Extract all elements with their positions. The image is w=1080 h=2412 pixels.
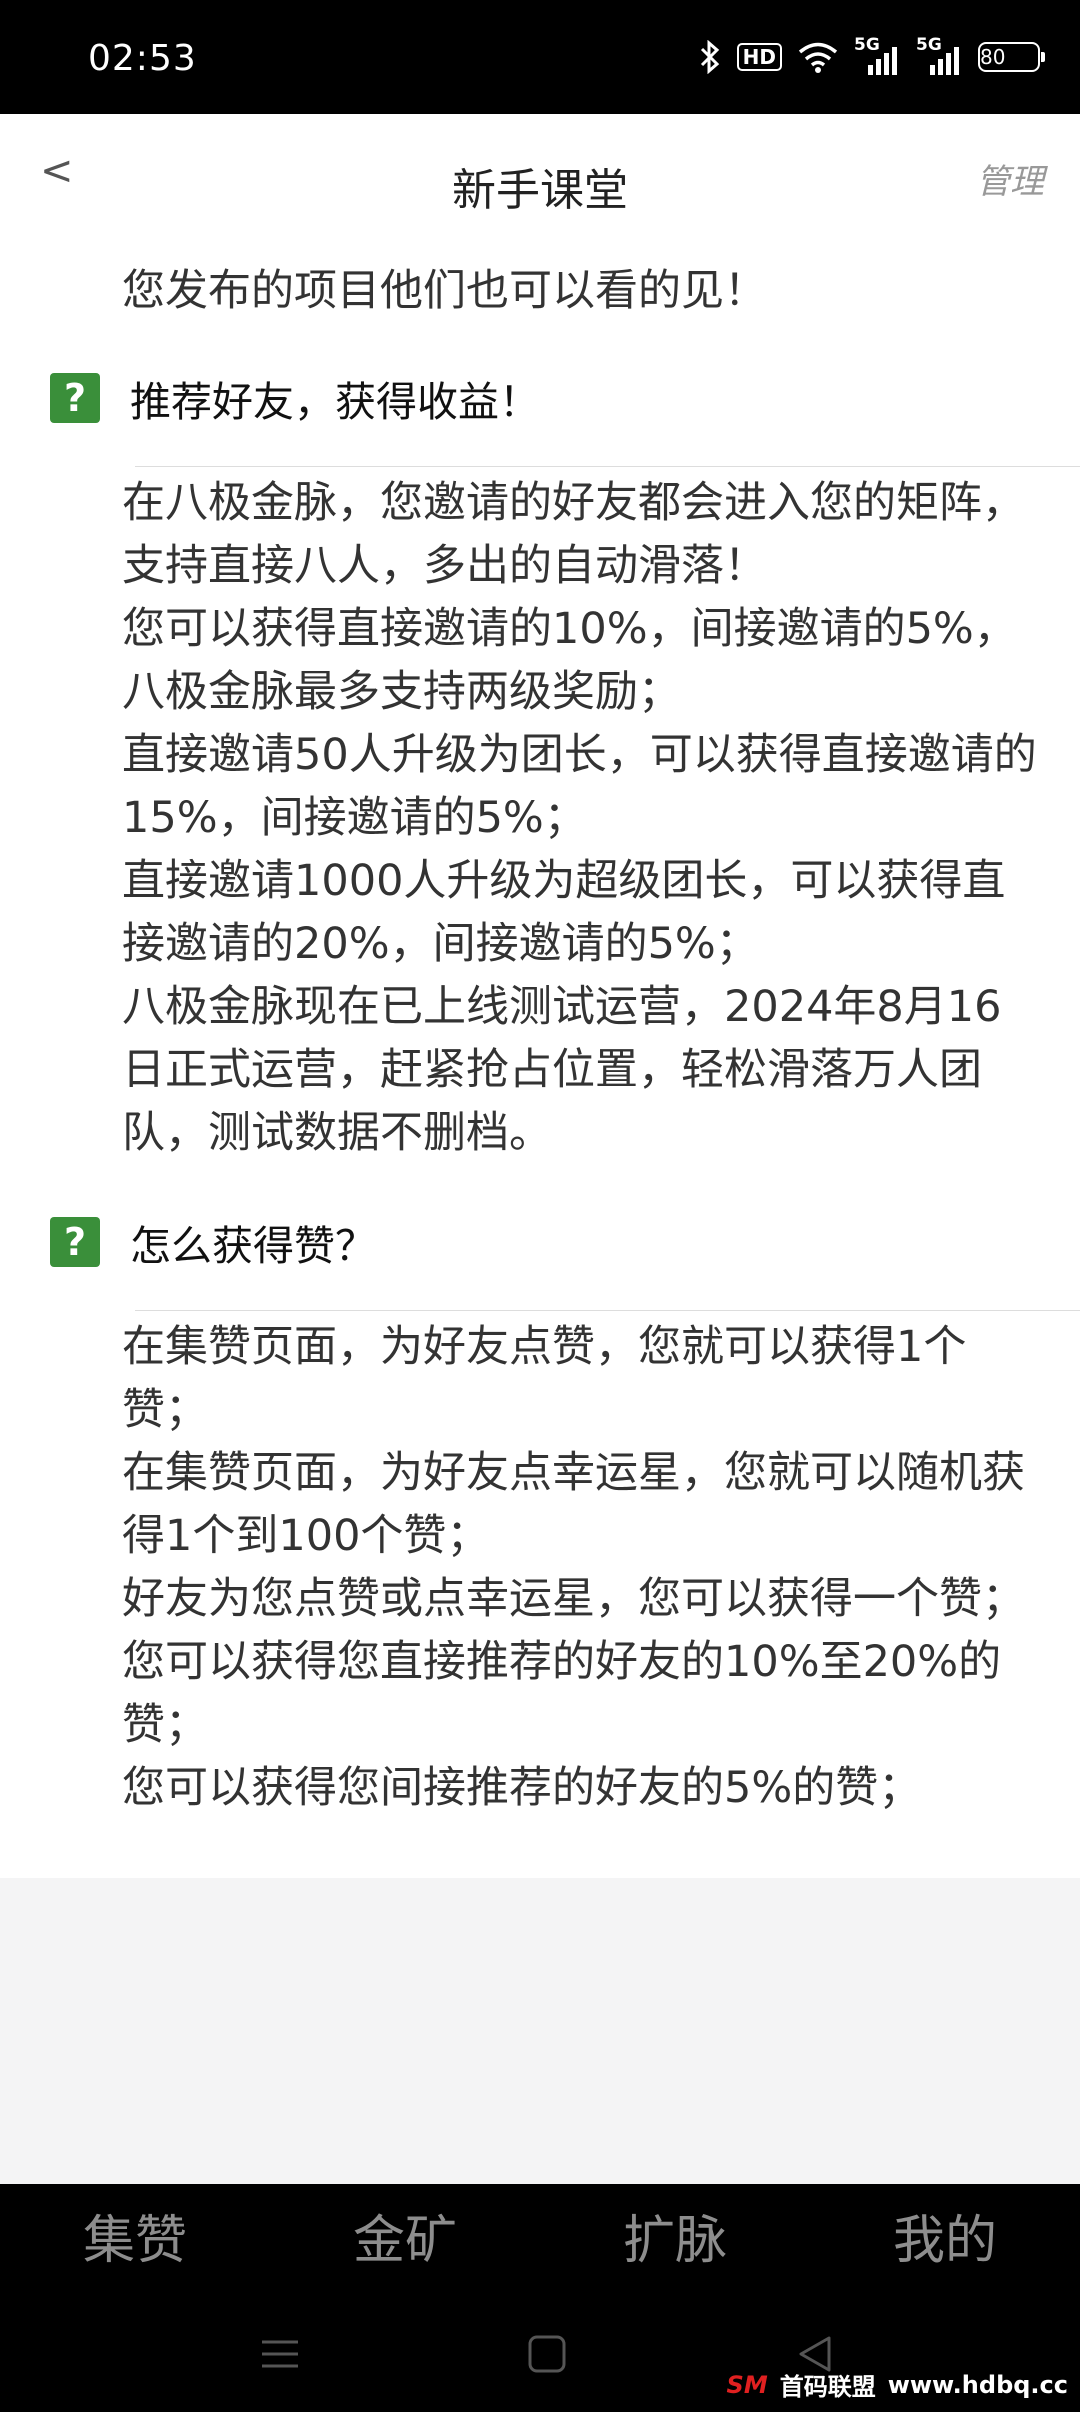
divider (135, 1310, 1080, 1311)
paragraph-line: 好友为您点赞或点幸运星，您可以获得一个赞； (122, 1574, 1025, 1624)
empty-area (0, 1878, 1080, 2184)
watermark-logo: SM (726, 2370, 768, 2399)
home-square-icon[interactable] (522, 2329, 572, 2379)
question-icon: ? (50, 373, 100, 423)
partial-paragraph: 您发布的项目他们也可以看的见！ (122, 266, 767, 316)
menu-icon[interactable] (255, 2329, 305, 2379)
bluetooth-icon (699, 40, 721, 74)
nav-tab-expand[interactable]: 扩脉 (540, 2184, 810, 2299)
watermark: SM 首码联盟 www.hdbq.cc (727, 2367, 1068, 2402)
signal-icon: 5G (916, 35, 962, 75)
paragraph-line: 在集赞页面，为好友点幸运星，您就可以随机获得1个到100个赞； (122, 1448, 1025, 1561)
paragraph-line: 直接邀请50人升级为团长，可以获得直接邀请的15%，间接邀请的5%； (122, 730, 1037, 843)
paragraph-line: 直接邀请1000人升级为超级团长，可以获得直接邀请的20%，间接邀请的5%； (122, 856, 1006, 969)
status-bar: 02:53 HD 5G 5G 80 (0, 0, 1080, 114)
paragraph-line: 您可以获得您间接推荐的好友的5%的赞； (122, 1763, 922, 1813)
nav-tab-mine[interactable]: 金矿 (270, 2184, 540, 2299)
section-body-referral: 在八极金脉，您邀请的好友都会进入您的矩阵，支持直接八人，多出的自动滑落！ 您可以… (122, 472, 1042, 1165)
status-icons: HD 5G 5G 80 (699, 34, 1045, 80)
paragraph-line: 在集赞页面，为好友点赞，您就可以获得1个赞； (122, 1322, 967, 1435)
section-title: 推荐好友，获得收益！ (130, 378, 540, 426)
signal-icon: 5G (854, 35, 900, 75)
paragraph-line: 在八极金脉，您邀请的好友都会进入您的矩阵，支持直接八人，多出的自动滑落！ (122, 478, 1025, 591)
section-body-likes: 在集赞页面，为好友点赞，您就可以获得1个赞； 在集赞页面，为好友点幸运星，您就可… (122, 1316, 1042, 1820)
system-nav-bar: SM 首码联盟 www.hdbq.cc (0, 2299, 1080, 2412)
content-scroll-area[interactable]: 您发布的项目他们也可以看的见！ ? 推荐好友，获得收益！ 在八极金脉，您邀请的好… (0, 234, 1080, 1878)
section-header-likes: ? 怎么获得赞？ (50, 1212, 376, 1272)
battery-icon: 80 (978, 42, 1045, 72)
section-header-referral: ? 推荐好友，获得收益！ (50, 368, 540, 428)
watermark-name: 首码联盟 (779, 2373, 876, 2401)
hd-icon: HD (736, 43, 782, 71)
paragraph-line: 您可以获得直接邀请的10%，间接邀请的5%，八极金脉最多支持两级奖励； (122, 604, 1017, 717)
wifi-icon (798, 41, 838, 73)
app-header: < 新手课堂 管理 (0, 114, 1080, 234)
status-time: 02:53 (88, 38, 197, 79)
watermark-url: www.hdbq.cc (887, 2370, 1068, 2399)
nav-tab-likes[interactable]: 集赞 (0, 2184, 270, 2299)
manage-button[interactable]: 管理 (976, 154, 1044, 203)
paragraph-line: 您可以获得您直接推荐的好友的10%至20%的赞； (122, 1637, 1002, 1750)
bottom-nav: 集赞 金矿 扩脉 我的 (0, 2184, 1080, 2299)
question-icon: ? (50, 1217, 100, 1267)
section-title: 怎么获得赞？ (130, 1222, 376, 1270)
page-title: 新手课堂 (452, 165, 628, 216)
divider (135, 466, 1080, 467)
nav-tab-profile[interactable]: 我的 (810, 2184, 1080, 2299)
paragraph-line: 八极金脉现在已上线测试运营，2024年8月16日正式运营，赶紧抢占位置，轻松滑落… (122, 982, 1002, 1158)
